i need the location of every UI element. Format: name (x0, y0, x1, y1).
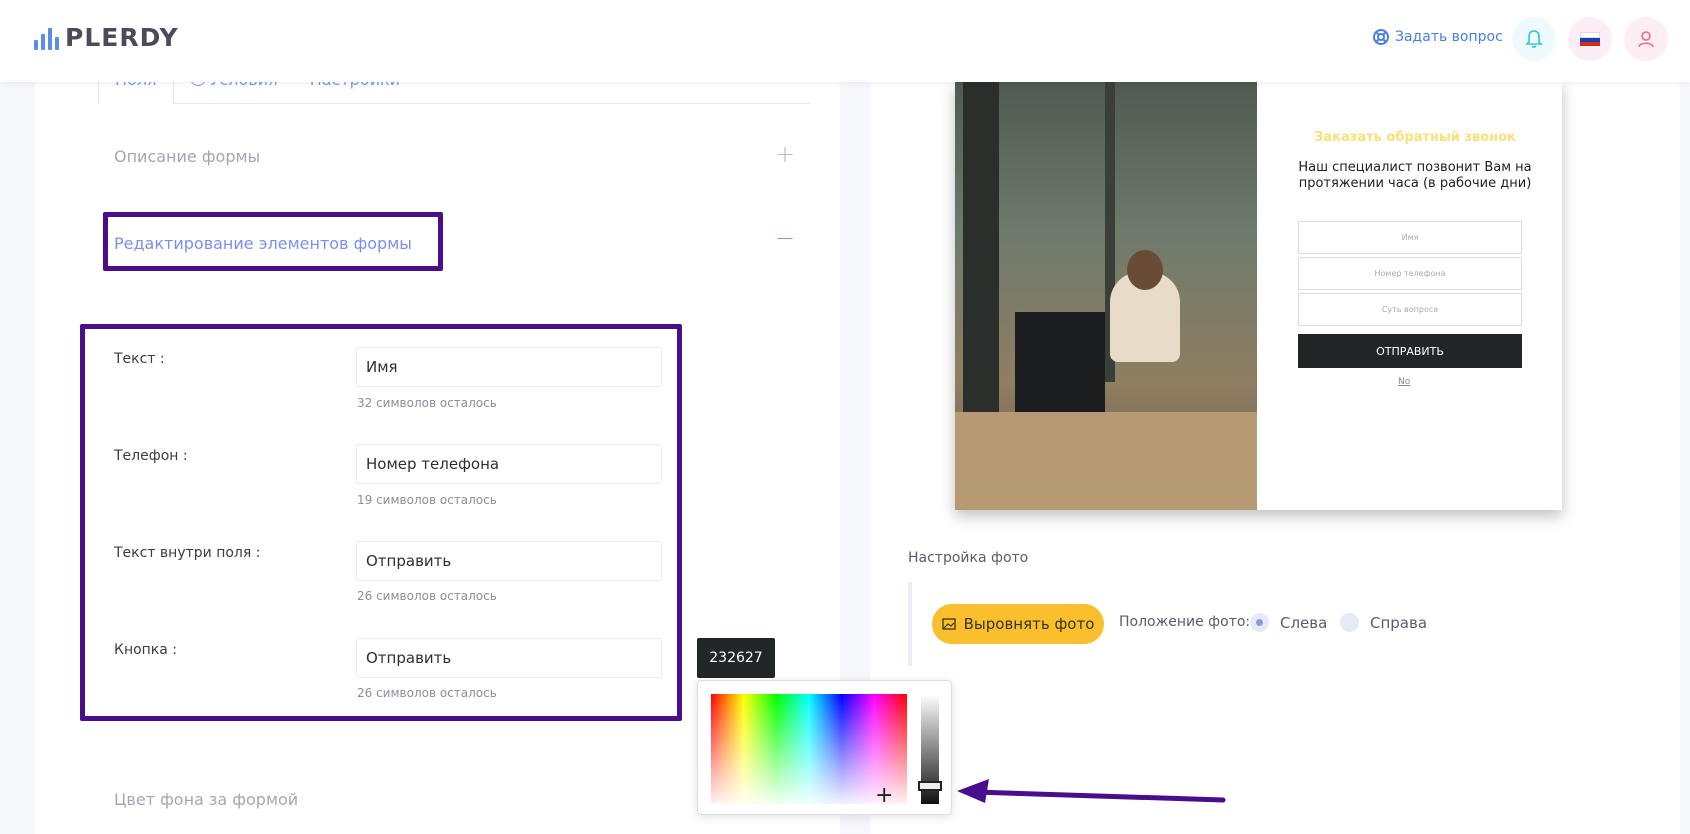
photo-settings-title: Настройка фото (908, 550, 1029, 566)
preview-title: Заказать обратный звонок (1314, 130, 1516, 145)
lifebuoy-icon (1373, 29, 1389, 45)
top-bar: PLERDY Задать вопрос (0, 0, 1690, 82)
phone-field-label: Телефон : (114, 448, 188, 464)
hex-color-value[interactable]: 232627 (697, 638, 775, 678)
crosshair-icon: + (875, 783, 894, 808)
brightness-slider-handle[interactable] (918, 781, 942, 791)
user-icon (1638, 31, 1654, 48)
color-picker-popup: + (697, 680, 952, 815)
position-left-radio[interactable] (1250, 613, 1269, 632)
inner-text-label: Текст внутри поля : (114, 545, 261, 561)
profile-button[interactable] (1624, 17, 1668, 61)
form-description-header[interactable]: Описание формы (114, 147, 260, 166)
preview-name-input: Имя (1298, 221, 1522, 254)
logo-text: PLERDY (65, 23, 179, 52)
phone-field-input[interactable]: Номер телефона (356, 444, 662, 484)
bell-icon (1525, 30, 1543, 48)
button-field-label: Кнопка : (114, 642, 178, 658)
preview-subtitle: Наш специалист позвонит Вам на протяжени… (1298, 160, 1532, 191)
office-photo (955, 82, 1257, 510)
position-right-label[interactable]: Справа (1370, 614, 1427, 632)
ask-question-link[interactable]: Задать вопрос (1373, 29, 1503, 45)
text-field-label: Текст : (114, 351, 165, 367)
notifications-button[interactable] (1512, 17, 1556, 61)
button-field-hint: 26 символов осталось (357, 686, 497, 700)
preview-phone-input: Номер телефона (1298, 257, 1522, 290)
text-field-input[interactable]: Имя (356, 347, 662, 387)
language-button[interactable] (1568, 17, 1612, 61)
logo-bars-icon (34, 26, 59, 50)
align-photo-label: Выровнять фото (963, 615, 1095, 633)
annotation-arrow-icon (957, 779, 1226, 803)
collapse-minus-icon[interactable]: − (775, 224, 795, 252)
photo-position-label: Положение фото: (1119, 614, 1251, 630)
align-photo-button[interactable]: Выровнять фото (932, 604, 1104, 644)
edit-elements-header[interactable]: Редактирование элементов формы (114, 234, 412, 253)
preview-submit-button: ОТПРАВИТЬ (1298, 334, 1522, 368)
preview-no-link: No (1398, 377, 1411, 387)
ask-question-label: Задать вопрос (1395, 29, 1503, 45)
inner-text-hint: 26 символов осталось (357, 589, 497, 603)
plerdy-logo[interactable]: PLERDY (34, 23, 179, 52)
inner-text-input[interactable]: Отправить (356, 541, 662, 581)
text-field-hint: 32 символов осталось (357, 396, 497, 410)
position-left-label[interactable]: Слева (1280, 614, 1327, 632)
image-icon (941, 618, 956, 630)
form-preview: Заказать обратный звонок Наш специалист … (955, 82, 1562, 510)
russia-flag-icon (1580, 32, 1600, 46)
photo-settings-divider (908, 582, 912, 666)
button-field-input[interactable]: Отправить (356, 638, 662, 678)
position-right-radio[interactable] (1340, 613, 1359, 632)
bg-color-header[interactable]: Цвет фона за формой (114, 790, 298, 809)
preview-question-input: Суть вопроса (1298, 293, 1522, 326)
expand-plus-icon[interactable]: + (775, 140, 795, 168)
phone-field-hint: 19 символов осталось (357, 493, 497, 507)
